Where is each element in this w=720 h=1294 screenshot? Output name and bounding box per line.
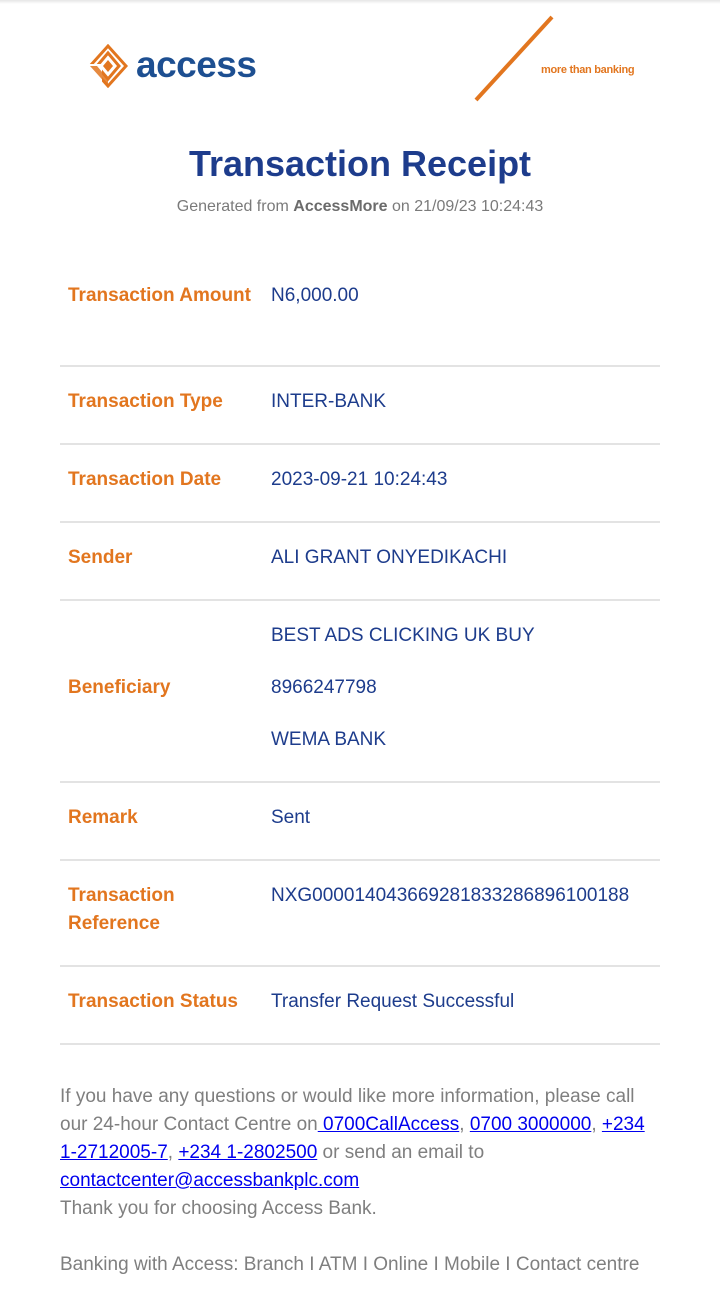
orange-slash-graphic <box>474 15 554 102</box>
date-value: 2023-09-21 10:24:43 <box>271 469 448 490</box>
tagline-banner: more than banking <box>470 14 650 104</box>
link-phone-2802500[interactable]: +234 1-2802500 <box>178 1142 317 1163</box>
row-beneficiary: Beneficiary BEST ADS CLICKING UK BUY 896… <box>60 601 660 783</box>
row-status: Transaction Status Transfer Request Succ… <box>60 967 660 1045</box>
thanks-text: Thank you for choosing Access Bank. <box>60 1198 377 1219</box>
link-0700-3000000[interactable]: 0700 3000000 <box>470 1114 592 1135</box>
separator: , <box>459 1114 470 1135</box>
row-type: Transaction Type INTER-BANK <box>60 367 660 445</box>
remark-value: Sent <box>271 807 311 828</box>
generated-info: Generated from AccessMore on 21/09/23 10… <box>0 198 720 216</box>
email-link[interactable]: contactcenter@accessbankplc.com <box>60 1170 359 1191</box>
sender-value: ALI GRANT ONYEDIKACHI <box>271 547 508 568</box>
access-logo: access <box>88 42 258 90</box>
separator: , <box>167 1142 179 1163</box>
beneficiary-label: Beneficiary <box>68 677 171 698</box>
page-title: Transaction Receipt <box>188 143 532 184</box>
reference-value: NXG000014043669281833286896100188 <box>271 885 630 906</box>
tagline: more than banking <box>541 64 635 76</box>
subtitle-suffix: on 21/09/23 10:24:43 <box>392 198 544 215</box>
subtitle-app: AccessMore <box>293 198 388 215</box>
beneficiary-bank: WEMA BANK <box>271 729 387 750</box>
email-text: or send an email to <box>317 1142 485 1163</box>
contact-info: If you have any questions or would like … <box>60 1083 660 1223</box>
type-value: INTER-BANK <box>271 391 387 412</box>
status-label: Transaction Status <box>68 991 238 1012</box>
type-label: Transaction Type <box>68 391 223 412</box>
beneficiary-account: 8966247798 <box>271 677 377 698</box>
amount-value: N6,000.00 <box>271 285 359 306</box>
row-amount: Transaction Amount N6,000.00 <box>60 268 660 367</box>
link-0700callaccess[interactable]: 0700CallAccess <box>318 1114 459 1135</box>
row-remark: Remark Sent <box>60 783 660 861</box>
amount-label: Transaction Amount <box>68 285 251 306</box>
reference-label: Transaction Reference <box>68 885 175 934</box>
access-diamond-icon <box>88 44 128 88</box>
status-value: Transfer Request Successful <box>271 991 515 1012</box>
channels-text: Banking with Access: Branch I ATM I Onli… <box>60 1254 640 1275</box>
subtitle-prefix: Generated from <box>176 198 289 215</box>
date-label: Transaction Date <box>68 469 222 490</box>
separator: , <box>591 1114 602 1135</box>
remark-label: Remark <box>68 807 138 828</box>
logo-text: access <box>136 43 257 85</box>
row-date: Transaction Date 2023-09-21 10:24:43 <box>60 445 660 523</box>
beneficiary-name: BEST ADS CLICKING UK BUY <box>271 625 535 646</box>
sender-label: Sender <box>68 547 133 568</box>
row-reference: Transaction Reference NXG000014043669281… <box>60 861 660 967</box>
row-sender: Sender ALI GRANT ONYEDIKACHI <box>60 523 660 601</box>
top-shadow <box>0 0 720 4</box>
